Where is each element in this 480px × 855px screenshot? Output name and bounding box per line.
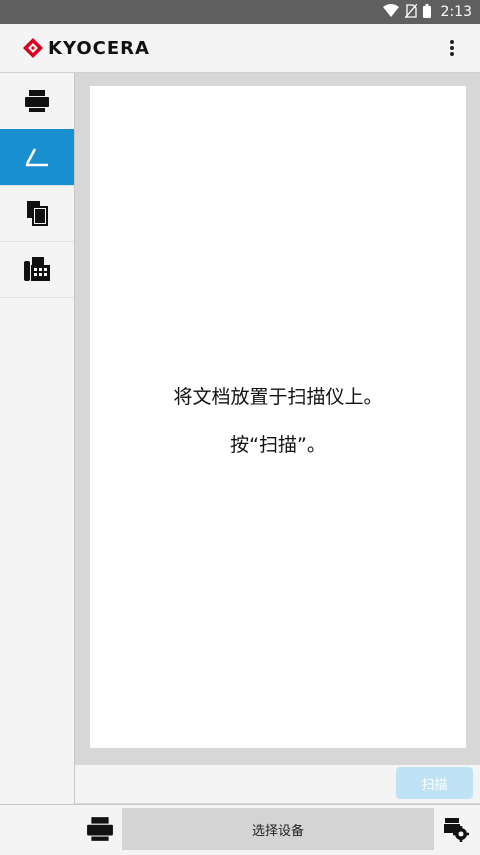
wifi-icon <box>382 3 399 22</box>
status-icons: 2:13 <box>382 0 472 24</box>
sidebar <box>0 73 75 804</box>
fax-icon <box>24 257 50 281</box>
clock: 2:13 <box>440 4 472 20</box>
battery-icon <box>422 3 431 22</box>
printer-icon <box>25 90 49 112</box>
scan-preview-page: 将文档放置于扫描仪上。 按“扫描”。 <box>90 86 466 748</box>
brand-name: KYOCERA <box>48 37 150 59</box>
printer-settings-icon[interactable] <box>443 816 469 842</box>
device-printer-icon[interactable] <box>86 816 114 842</box>
status-bar: 2:13 <box>0 0 480 24</box>
sidebar-item-print[interactable] <box>0 73 74 130</box>
app-bar: KYOCERA <box>0 24 480 73</box>
sidebar-item-copy[interactable] <box>0 185 74 242</box>
copy-icon <box>27 201 48 226</box>
overflow-menu-icon[interactable] <box>440 36 464 60</box>
kyocera-logo: KYOCERA <box>22 35 150 61</box>
sidebar-item-fax[interactable] <box>0 241 74 298</box>
instruction-text-place: 将文档放置于扫描仪上。 <box>173 386 383 408</box>
no-sim-icon <box>404 3 418 22</box>
scan-button[interactable]: 扫描 <box>396 767 473 799</box>
kyocera-logo-icon <box>23 38 43 58</box>
select-device-button[interactable]: 选择设备 <box>122 808 434 850</box>
scanner-icon <box>25 148 48 167</box>
instruction-text-press: 按“扫描”。 <box>230 434 326 456</box>
sidebar-item-scan[interactable] <box>0 129 74 186</box>
